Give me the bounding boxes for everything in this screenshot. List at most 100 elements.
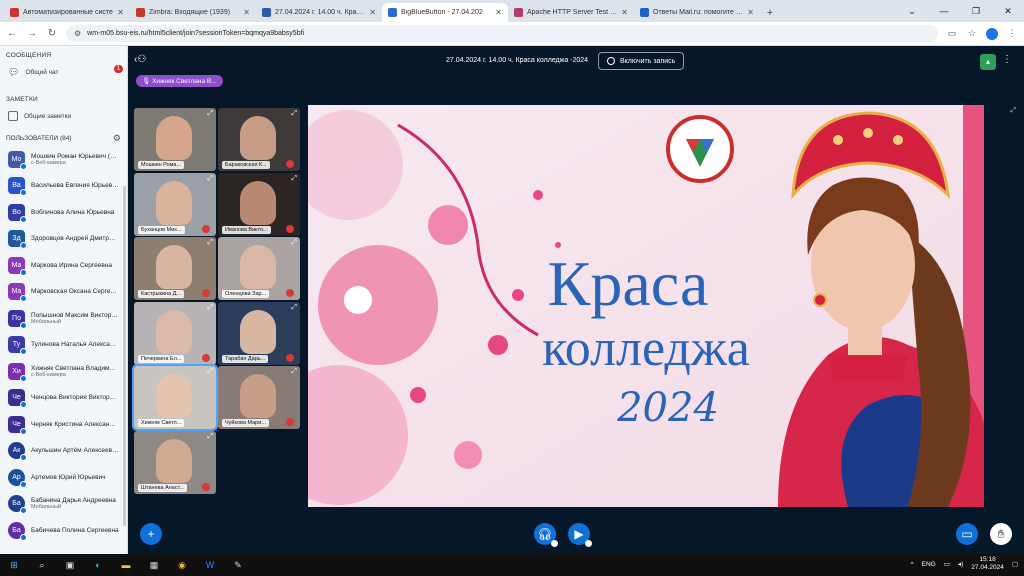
share-webcam-button[interactable]: ▶ bbox=[568, 523, 592, 547]
tab-close-icon[interactable]: ✕ bbox=[117, 8, 124, 17]
audio-caret-icon[interactable] bbox=[551, 540, 558, 547]
clock[interactable]: 15:18 27.04.2024 bbox=[971, 556, 1004, 572]
webcam-tile[interactable]: Штанева Анаст... ⤢ bbox=[134, 430, 216, 494]
webcam-tile[interactable]: Оленцева Зар... ⤢ bbox=[218, 237, 300, 300]
tab-search-icon[interactable]: ⌄ bbox=[896, 0, 928, 22]
webcam-tile[interactable]: Кастрыкина Д... ⤢ bbox=[134, 237, 216, 300]
expand-icon[interactable]: ⤢ bbox=[291, 110, 297, 118]
user-list-item[interactable]: Зд Здоровцов Андрей Дмитриевич bbox=[0, 226, 127, 253]
public-chat-item[interactable]: 💬︎ Общий чат 1 bbox=[0, 61, 127, 84]
webcam-tile[interactable]: Печеркина Ел... ⤢ bbox=[134, 301, 216, 365]
task-view-icon[interactable]: ▣ bbox=[59, 556, 81, 574]
webcam-tile[interactable]: Мошкин Рома... ⤢ bbox=[134, 108, 216, 171]
user-list-item[interactable]: Ба Бабанина Дарья Андреевна Мобильный bbox=[0, 491, 127, 518]
browser-tab[interactable]: Zimbra: Входящие (1939) ✕ bbox=[130, 3, 256, 22]
raise-hand-button[interactable]: ✋︎ bbox=[990, 523, 1012, 545]
user-list-item[interactable]: Ба Бабичева Полина Сергеевна bbox=[0, 517, 127, 544]
shared-notes-item[interactable]: Общие заметки bbox=[0, 105, 127, 127]
audio-button[interactable]: 🎧︎ bbox=[534, 523, 558, 547]
word-icon[interactable]: W bbox=[199, 556, 221, 574]
shared-notes-label: Общие заметки bbox=[24, 112, 72, 120]
fullscreen-slide-icon[interactable]: ⤢ bbox=[1010, 107, 1016, 115]
user-name: Васильева Евгения Юрьевна bbox=[31, 182, 119, 190]
user-name: Акульшин Артём Алексеевич bbox=[31, 447, 119, 455]
volume-icon[interactable]: ◂) bbox=[958, 560, 963, 568]
app-icon[interactable]: ✎ bbox=[227, 556, 249, 574]
webcam-tile[interactable]: Чуйкова Мари... ⤢ bbox=[218, 366, 300, 429]
notifications-icon[interactable]: ▢ bbox=[1012, 560, 1018, 568]
user-list-scrollbar[interactable] bbox=[123, 186, 126, 526]
presenter-talking-indicator[interactable]: 🎙︎ Хижняк Светлана В... bbox=[136, 75, 223, 87]
edge-icon[interactable]: ◐ bbox=[87, 556, 109, 574]
minimize-button[interactable]: — bbox=[928, 0, 960, 22]
users-toggle-icon[interactable]: ‹⚇ bbox=[134, 54, 146, 65]
webcam-tile[interactable]: Тарабан Дарь... ⤢ bbox=[218, 301, 300, 365]
back-icon[interactable]: ← bbox=[6, 28, 18, 39]
network-icon[interactable]: ▭ bbox=[944, 560, 950, 568]
tray-chevron-icon[interactable]: ^ bbox=[911, 561, 914, 568]
user-info: Хижняк Светлана Владимиров...с-Веб-камер… bbox=[31, 365, 119, 378]
user-list-item[interactable]: Че Черняк Кристина Александров... bbox=[0, 411, 127, 438]
expand-icon[interactable]: ⤢ bbox=[207, 110, 213, 118]
browser-tab[interactable]: Автоматизированные систе ✕ bbox=[4, 3, 130, 22]
expand-icon[interactable]: ⤢ bbox=[207, 368, 213, 376]
expand-icon[interactable]: ⤢ bbox=[291, 368, 297, 376]
expand-icon[interactable]: ⤢ bbox=[207, 239, 213, 247]
maximize-button[interactable]: ❐ bbox=[960, 0, 992, 22]
tab-close-icon[interactable]: ✕ bbox=[747, 8, 754, 17]
browser-tab[interactable]: Apache HTTP Server Test Page ✕ bbox=[508, 3, 634, 22]
user-list-item[interactable]: Ва Васильева Евгения Юрьевна bbox=[0, 173, 127, 200]
chrome-icon[interactable]: ◉ bbox=[171, 556, 193, 574]
search-icon[interactable]: ⌕ bbox=[31, 556, 53, 574]
tab-close-icon[interactable]: ✕ bbox=[621, 8, 628, 17]
start-icon[interactable]: ⊞ bbox=[3, 556, 25, 574]
site-info-icon[interactable]: ⚙ bbox=[74, 29, 81, 38]
user-list-item[interactable]: Мо Мошкин Роман Юрьевич (Вы) с-Веб-камера bbox=[0, 146, 127, 173]
expand-icon[interactable]: ⤢ bbox=[291, 175, 297, 183]
url-field[interactable]: ⚙ wm-m05.bsu-eis.ru/html5client/join?ses… bbox=[66, 25, 938, 42]
user-avatar: По bbox=[8, 309, 27, 329]
user-list-item[interactable]: Че Ченцова Виктория Викторовна bbox=[0, 385, 127, 412]
record-button[interactable]: Включить запись bbox=[598, 52, 685, 70]
reload-icon[interactable]: ↻ bbox=[46, 28, 58, 39]
webcam-tile[interactable]: Хижняк Светл... ⤢ bbox=[132, 364, 218, 431]
user-list-item[interactable]: Во Воблинова Алина Юрьевна bbox=[0, 199, 127, 226]
user-list-item[interactable]: Ма Маркова Ирина Сергеевна bbox=[0, 252, 127, 279]
user-list-item[interactable]: Ак Акульшин Артём Алексеевич bbox=[0, 438, 127, 465]
browser-tab[interactable]: BigBlueButton - 27.04.202 ✕ bbox=[382, 3, 508, 22]
expand-icon[interactable]: ⤢ bbox=[207, 304, 213, 312]
browser-tab[interactable]: Ответы Mail.ru: помогите пла ✕ bbox=[634, 3, 760, 22]
webcam-caret-icon[interactable] bbox=[585, 540, 592, 547]
expand-icon[interactable]: ⤢ bbox=[207, 433, 213, 441]
profile-avatar[interactable] bbox=[986, 27, 998, 40]
presentation-toggle-button[interactable]: ▭ bbox=[956, 523, 978, 545]
expand-icon[interactable]: ⤢ bbox=[207, 175, 213, 183]
user-list-item[interactable]: Ма Марковская Оксана Сергеевна bbox=[0, 279, 127, 306]
expand-icon[interactable]: ⤢ bbox=[291, 304, 297, 312]
browser-menu-icon[interactable]: ⋮ bbox=[1006, 28, 1018, 39]
close-window-button[interactable]: ✕ bbox=[992, 0, 1024, 22]
user-list-item[interactable]: Ту Тулинова Наталья Александро... bbox=[0, 332, 127, 359]
webcam-tile[interactable]: Буханцов Мих... ⤢ bbox=[134, 172, 216, 236]
options-menu-icon[interactable]: ⋮ bbox=[1002, 54, 1012, 65]
store-icon[interactable]: ▦ bbox=[143, 556, 165, 574]
new-tab-button[interactable]: + bbox=[762, 7, 778, 19]
file-explorer-icon[interactable]: ▬ bbox=[115, 556, 137, 574]
webcam-tile[interactable]: Бараковская К... ⤢ bbox=[218, 108, 300, 171]
tab-close-icon[interactable]: ✕ bbox=[495, 8, 502, 17]
user-list-item[interactable]: Хи Хижняк Светлана Владимиров...с-Веб-кам… bbox=[0, 358, 127, 385]
lang-indicator[interactable]: ENG bbox=[922, 561, 936, 568]
cast-icon[interactable]: ▭ bbox=[946, 28, 958, 39]
browser-tab[interactable]: 27.04.2024 г. 14.00 ч. Краса кс ✕ bbox=[256, 3, 382, 22]
expand-icon[interactable]: ⤢ bbox=[291, 239, 297, 247]
tab-close-icon[interactable]: ✕ bbox=[369, 8, 376, 17]
webcam-tile[interactable]: Иванова Викто... ⤢ bbox=[218, 172, 300, 236]
user-list-item[interactable]: Ар Артемов Юрий Юрьевич bbox=[0, 464, 127, 491]
tab-close-icon[interactable]: ✕ bbox=[243, 8, 250, 17]
forward-icon[interactable]: → bbox=[26, 28, 38, 39]
connection-status-icon[interactable]: ▴ bbox=[980, 54, 996, 70]
actions-plus-button[interactable]: + bbox=[140, 523, 162, 545]
bookmark-star-icon[interactable]: ☆ bbox=[966, 28, 978, 39]
gear-icon[interactable]: ⚙ bbox=[113, 133, 121, 144]
user-list-item[interactable]: По Попышнов Максим Викторович Мобильный bbox=[0, 305, 127, 332]
